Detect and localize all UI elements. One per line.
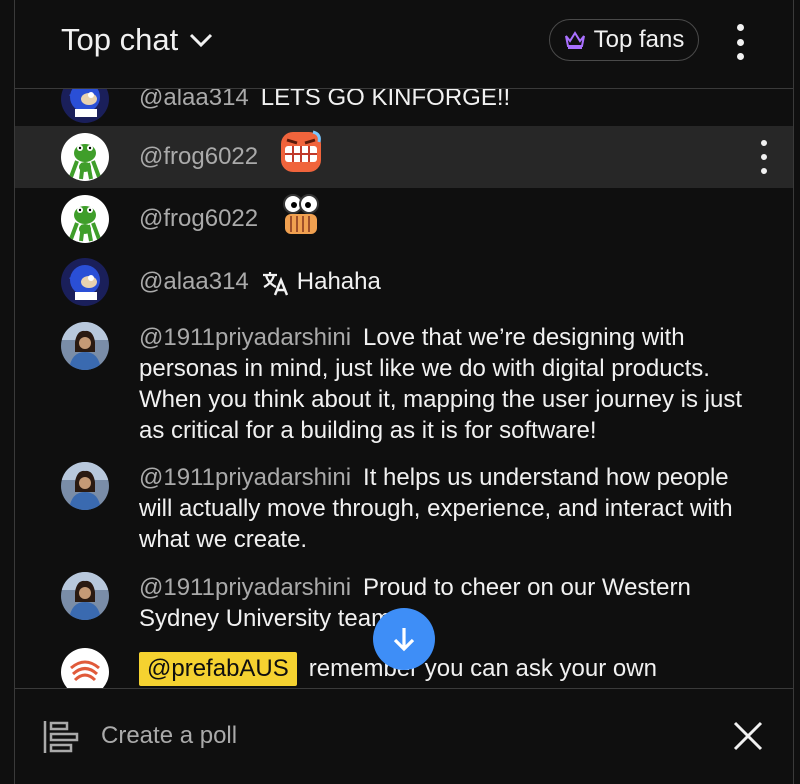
create-poll-label[interactable]: Create a poll: [101, 722, 237, 750]
chat-header: Top chat Top fans: [15, 0, 793, 89]
message-author[interactable]: @1911priyadarshini: [139, 464, 351, 491]
poll-icon[interactable]: [41, 717, 81, 757]
chat-message-list[interactable]: @alaa314 LETS GO KINFORGE!! @frog6022 @f…: [15, 0, 793, 688]
message-author[interactable]: @1911priyadarshini: [139, 324, 351, 351]
grimacing-face-emoji-icon: [280, 130, 321, 172]
message-author[interactable]: @alaa314: [139, 268, 249, 295]
person-avatar-icon: [61, 572, 109, 620]
message-author[interactable]: @frog6022: [139, 205, 258, 232]
frog-avatar-icon: [61, 195, 109, 243]
top-fans-label: Top fans: [593, 26, 685, 53]
chevron-down-icon: [190, 33, 213, 48]
eyes-hands-emoji-icon: [282, 194, 319, 234]
avatar[interactable]: [61, 648, 109, 688]
top-fans-button[interactable]: Top fans: [549, 19, 699, 61]
chat-message[interactable]: @frog6022: [15, 188, 793, 250]
sonic-avatar-icon: [61, 258, 109, 306]
close-icon[interactable]: [731, 719, 765, 753]
avatar[interactable]: [61, 133, 109, 181]
message-author[interactable]: @1911priyadarshini: [139, 574, 351, 601]
chat-mode-dropdown[interactable]: Top chat: [61, 22, 214, 58]
prefab-logo-avatar-icon: [61, 648, 109, 688]
person-avatar-icon: [61, 462, 109, 510]
chat-footer: Create a poll: [15, 688, 793, 784]
scroll-to-bottom-button[interactable]: [373, 608, 435, 670]
avatar[interactable]: [61, 572, 109, 620]
message-menu-button[interactable]: [760, 140, 768, 174]
avatar[interactable]: [61, 195, 109, 243]
message-author[interactable]: @frog6022: [139, 143, 258, 170]
translate-icon: [262, 271, 288, 296]
avatar[interactable]: [61, 462, 109, 510]
avatar[interactable]: [61, 322, 109, 370]
more-options-button[interactable]: [725, 22, 755, 62]
chat-message[interactable]: @1911priyadarshini It helps us understand…: [15, 454, 793, 564]
live-chat-panel: @alaa314 LETS GO KINFORGE!! @frog6022 @f…: [14, 0, 794, 784]
crown-icon: [564, 31, 585, 49]
arrow-down-icon: [393, 628, 415, 652]
chat-message[interactable]: @1911priyadarshini Love that we’re design…: [15, 314, 793, 454]
message-text: Hahaha: [296, 268, 381, 295]
person-avatar-icon: [61, 322, 109, 370]
chat-message[interactable]: @alaa314 Hahaha: [15, 250, 793, 314]
chat-mode-label: Top chat: [61, 22, 179, 57]
owner-author-badge[interactable]: @prefabAUS: [139, 652, 297, 686]
chat-message[interactable]: @frog6022: [15, 126, 793, 188]
avatar[interactable]: [61, 258, 109, 306]
message-text: remember you can ask your own: [308, 655, 657, 682]
frog-avatar-icon: [61, 133, 109, 181]
